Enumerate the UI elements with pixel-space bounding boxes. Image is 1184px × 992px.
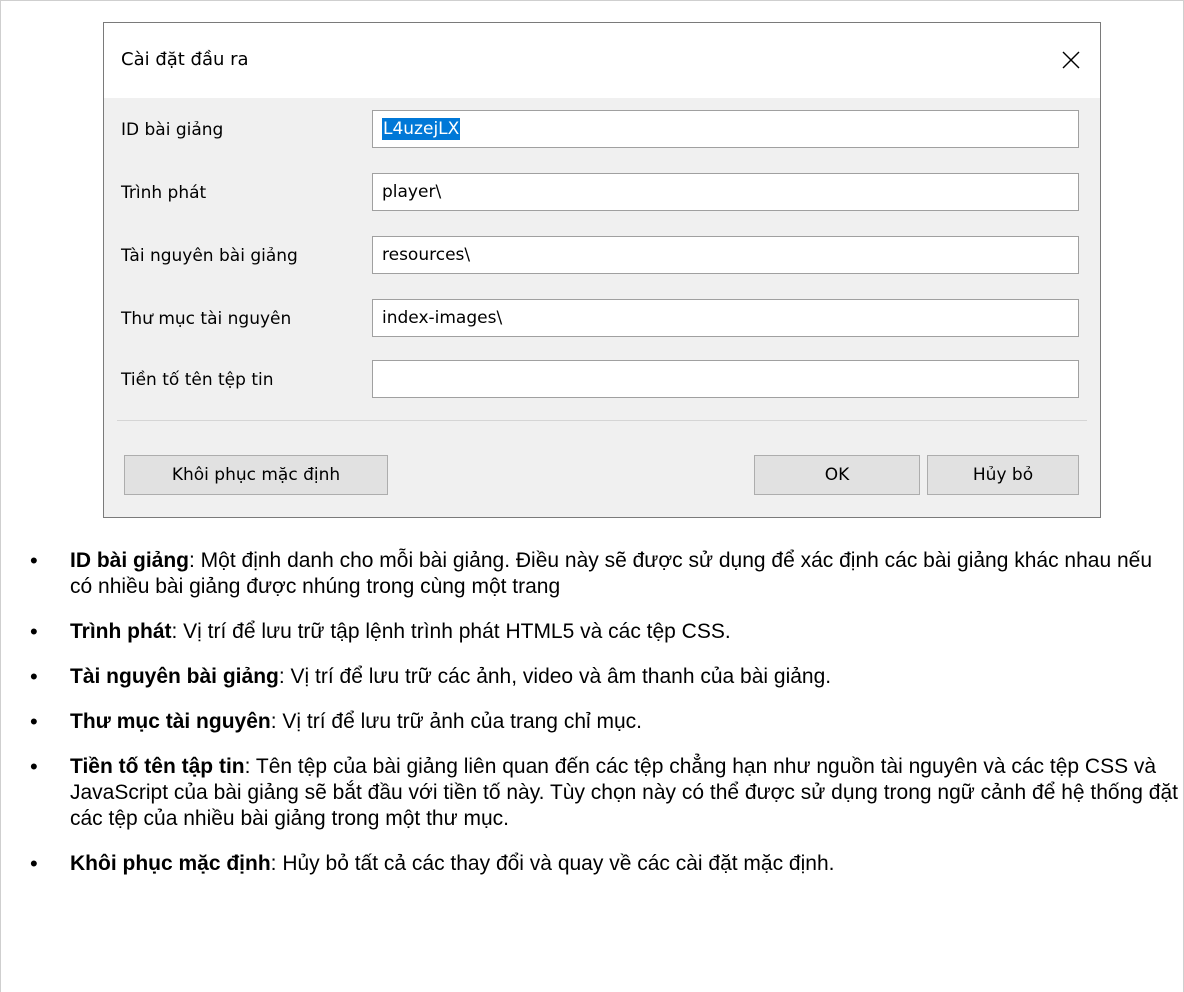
list-item: • Tài nguyên bài giảng: Vị trí để lưu trữ… — [30, 664, 1180, 690]
term-filename-prefix: Tiền tố tên tập tin — [70, 755, 245, 778]
resources-input[interactable]: resources\ — [372, 236, 1079, 274]
dialog-separator — [117, 420, 1087, 421]
list-item: • Trình phát: Vị trí để lưu trữ tập lệnh … — [30, 619, 1180, 645]
filename-prefix-label: Tiền tố tên tệp tin — [121, 370, 274, 390]
field-row-resource-folder: Thư mục tài nguyên index-images\ — [104, 299, 1100, 339]
restore-defaults-button[interactable]: Khôi phục mặc định — [124, 455, 388, 495]
bullet-icon: • — [30, 851, 38, 876]
desc-lecture-id: : Một định danh cho mỗi bài giảng. Điều … — [70, 549, 1153, 598]
resource-folder-label: Thư mục tài nguyên — [121, 309, 292, 329]
close-icon — [1062, 51, 1080, 69]
player-input[interactable]: player\ — [372, 173, 1079, 211]
desc-resources: : Vị trí để lưu trữ các ảnh, video và âm… — [278, 665, 832, 688]
desc-resource-folder: : Vị trí để lưu trữ ảnh của trang chỉ mụ… — [270, 710, 643, 733]
resource-folder-input[interactable]: index-images\ — [372, 299, 1079, 337]
bullet-icon: • — [30, 709, 38, 734]
output-settings-dialog: Cài đặt đầu ra ID bài giảng L4uzejLX Trì… — [103, 22, 1101, 518]
lecture-id-value: L4uzejLX — [382, 118, 461, 140]
dialog-title: Cài đặt đầu ra — [121, 49, 249, 70]
description-list: • ID bài giảng: Một định danh cho mỗi bài… — [30, 548, 1180, 877]
field-row-player: Trình phát player\ — [104, 173, 1100, 213]
close-button[interactable] — [1056, 45, 1086, 75]
dialog-title-bar: Cài đặt đầu ra — [104, 23, 1100, 98]
desc-player: : Vị trí để lưu trữ tập lệnh trình phát … — [171, 620, 731, 643]
ok-button[interactable]: OK — [754, 455, 920, 495]
bullet-icon: • — [30, 548, 38, 573]
resources-label: Tài nguyên bài giảng — [121, 246, 298, 266]
filename-prefix-input[interactable] — [372, 360, 1079, 398]
lecture-id-label: ID bài giảng — [121, 120, 224, 140]
bullet-icon: • — [30, 754, 38, 779]
term-resources: Tài nguyên bài giảng — [70, 665, 279, 688]
lecture-id-input[interactable]: L4uzejLX — [372, 110, 1079, 148]
cancel-button[interactable]: Hủy bỏ — [927, 455, 1079, 495]
list-item: • ID bài giảng: Một định danh cho mỗi bài… — [30, 548, 1180, 600]
field-row-filename-prefix: Tiền tố tên tệp tin — [104, 360, 1100, 400]
term-player: Trình phát — [70, 620, 172, 643]
field-row-lecture-id: ID bài giảng L4uzejLX — [104, 110, 1100, 150]
list-item: • Thư mục tài nguyên: Vị trí để lưu trữ ả… — [30, 709, 1180, 735]
list-item: • Tiền tố tên tập tin: Tên tệp của bài gi… — [30, 754, 1180, 832]
player-label: Trình phát — [121, 183, 207, 203]
bullet-icon: • — [30, 619, 38, 644]
term-restore-defaults: Khôi phục mặc định — [70, 852, 271, 875]
field-row-resources: Tài nguyên bài giảng resources\ — [104, 236, 1100, 276]
term-resource-folder: Thư mục tài nguyên — [70, 710, 271, 733]
list-item: • Khôi phục mặc định: Hủy bỏ tất cả các t… — [30, 851, 1180, 877]
bullet-icon: • — [30, 664, 38, 689]
desc-restore-defaults: : Hủy bỏ tất cả các thay đổi và quay về … — [270, 852, 835, 875]
term-lecture-id: ID bài giảng — [70, 549, 190, 572]
